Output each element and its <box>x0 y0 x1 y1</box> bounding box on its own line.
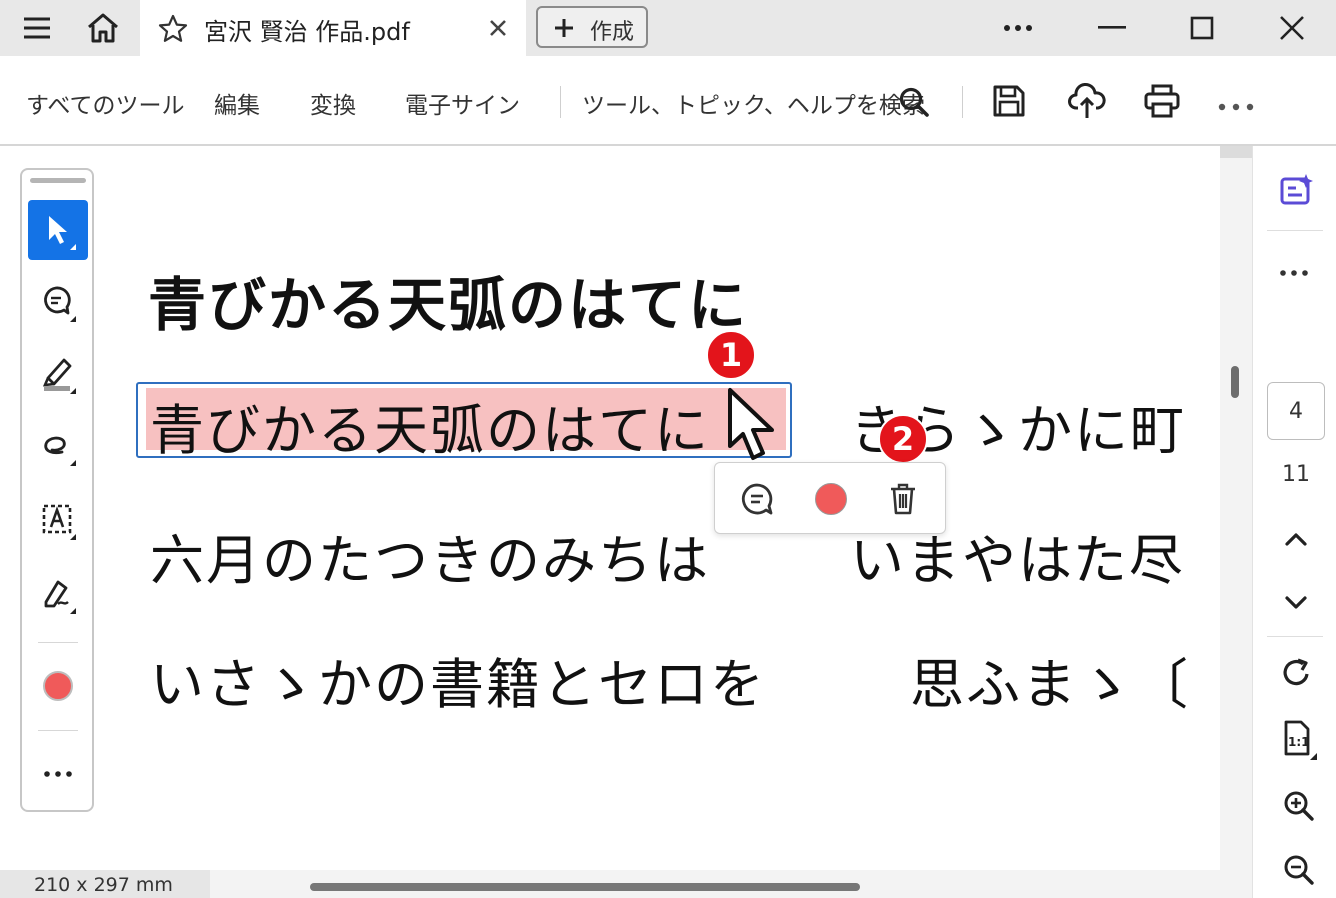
search-input[interactable]: ツール、トピック、ヘルプを検索 <box>582 86 925 120</box>
menu-convert[interactable]: 変換 <box>310 86 356 120</box>
color-swatch <box>815 483 847 515</box>
divider <box>962 86 963 118</box>
ellipsis-icon <box>44 771 72 777</box>
scrollbar-thumb[interactable] <box>1231 366 1239 398</box>
rotate-icon[interactable] <box>1281 656 1313 694</box>
close-icon <box>1280 16 1304 40</box>
trash-icon <box>891 483 915 515</box>
home-button[interactable] <box>76 0 130 56</box>
divider <box>1267 636 1323 637</box>
horizontal-scrollbar-thumb[interactable] <box>310 883 860 891</box>
hamburger-icon <box>24 17 50 39</box>
comment-tool-button[interactable] <box>28 272 88 332</box>
menu-button[interactable] <box>10 0 64 56</box>
ellipsis-icon[interactable] <box>1218 96 1254 115</box>
comment-icon <box>44 286 76 322</box>
divider <box>560 86 561 118</box>
chevron-up-icon[interactable] <box>1283 530 1309 552</box>
document-viewport[interactable]: 青びかる天弧のはてに 青びかる天弧のはてに きらゝかに町 六月のたつきのみちは … <box>0 146 1220 870</box>
star-icon[interactable] <box>158 14 188 48</box>
create-button[interactable]: 作成 <box>536 6 648 48</box>
zoom-out-icon[interactable] <box>1283 854 1315 890</box>
highlight-tool-button[interactable] <box>28 344 88 404</box>
color-swatch <box>43 671 73 701</box>
drag-handle[interactable] <box>30 178 86 183</box>
comment-icon <box>741 483 773 515</box>
save-icon[interactable] <box>992 84 1026 122</box>
document-heading: 青びかる天弧のはてに <box>148 271 749 339</box>
draw-tool-button[interactable] <box>28 416 88 476</box>
highlighter-icon <box>42 358 76 394</box>
main-toolbar: すべてのツール 編集 変換 電子サイン ツール、トピック、ヘルプを検索 <box>0 56 1336 146</box>
text-box-tool-button[interactable] <box>28 490 88 550</box>
document-line: 思ふまゝ〔 <box>910 653 1190 716</box>
color-picker-button[interactable] <box>811 479 851 519</box>
minimize-button[interactable] <box>1084 0 1140 56</box>
right-side-panel: 4 11 1:1 <box>1252 146 1336 898</box>
scrollbar-cap <box>1220 146 1252 158</box>
total-pages: 11 <box>1282 462 1310 487</box>
document-tab[interactable]: 宮沢 賢治 作品.pdf <box>140 0 526 56</box>
close-tab-icon[interactable] <box>486 16 510 44</box>
title-bar: 宮沢 賢治 作品.pdf 作成 <box>0 0 1336 56</box>
divider <box>38 730 78 731</box>
ellipsis-icon[interactable] <box>1279 262 1309 281</box>
home-icon <box>88 13 118 43</box>
search-icon[interactable] <box>898 86 930 122</box>
step-badge-2: 2 <box>878 414 928 464</box>
tab-title: 宮沢 賢治 作品.pdf <box>204 18 410 46</box>
sign-tool-button[interactable] <box>28 564 88 624</box>
status-bar: 210 x 297 mm <box>0 870 1252 898</box>
vertical-scrollbar[interactable] <box>1220 146 1252 870</box>
menu-all-tools[interactable]: すべてのツール <box>26 86 184 120</box>
actual-size-icon[interactable]: 1:1 <box>1283 720 1319 764</box>
mouse-pointer-icon <box>726 386 784 468</box>
create-label: 作成 <box>590 20 635 45</box>
svg-text:1:1: 1:1 <box>1288 735 1310 749</box>
step-badge-1: 1 <box>706 330 756 380</box>
zoom-in-icon[interactable] <box>1283 790 1315 826</box>
pen-signature-icon <box>44 580 76 614</box>
page-size-label: 210 x 297 mm <box>0 870 210 898</box>
freehand-draw-icon <box>44 436 76 466</box>
menu-edit[interactable]: 編集 <box>214 86 260 120</box>
print-icon[interactable] <box>1144 84 1180 122</box>
maximize-button[interactable] <box>1174 0 1230 56</box>
annotation-popup <box>714 462 946 534</box>
selection-box[interactable] <box>136 382 792 458</box>
more-tools-button[interactable] <box>28 744 88 804</box>
color-picker-button[interactable] <box>28 656 88 716</box>
maximize-icon <box>1190 16 1214 40</box>
more-options-button[interactable] <box>990 0 1046 56</box>
delete-button[interactable] <box>883 479 923 519</box>
comment-tools-palette <box>20 168 94 812</box>
divider <box>38 642 78 643</box>
minimize-icon <box>1098 26 1126 29</box>
close-window-button[interactable] <box>1264 0 1320 56</box>
document-line: いさゝかの書籍とセロを <box>150 653 766 716</box>
select-tool-button[interactable] <box>28 200 88 260</box>
plus-icon <box>552 16 576 44</box>
chevron-down-icon[interactable] <box>1283 594 1309 616</box>
ellipsis-icon <box>1004 25 1032 31</box>
document-line: 六月のたつきのみちは <box>150 529 710 592</box>
ai-assistant-icon[interactable] <box>1279 172 1315 212</box>
cursor-arrow-icon <box>49 216 76 250</box>
menu-e-sign[interactable]: 電子サイン <box>405 86 520 120</box>
cloud-upload-icon[interactable] <box>1068 82 1106 124</box>
text-box-icon <box>42 504 76 540</box>
divider <box>1267 230 1323 231</box>
add-comment-button[interactable] <box>737 479 777 519</box>
current-page-input[interactable]: 4 <box>1267 382 1325 440</box>
